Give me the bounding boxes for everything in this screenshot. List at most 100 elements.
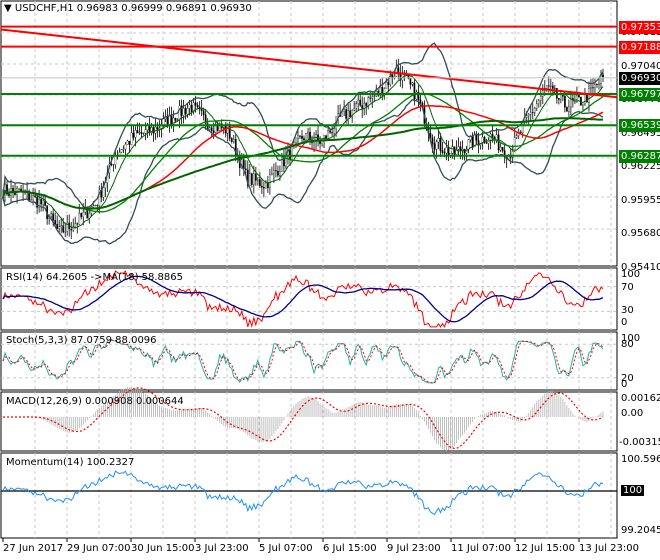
rsi-axis-70: 70 [621, 282, 634, 293]
candle-body [568, 106, 570, 112]
macd-axis-zero: 0.00 [621, 408, 644, 419]
candle-body [437, 138, 440, 143]
candle-body [152, 127, 155, 134]
candle-body [445, 147, 448, 154]
candle-body [208, 127, 211, 130]
candle-body [367, 97, 370, 107]
candle-body [586, 94, 588, 103]
price-tag: 0.96930 [619, 71, 660, 85]
candle-body [435, 141, 438, 150]
candle-body [256, 179, 259, 181]
dropdown-triangle-icon[interactable]: ▼ [4, 3, 12, 14]
candle-body [501, 146, 504, 151]
stoch-k-line [2, 339, 604, 384]
candle-body [549, 85, 552, 87]
time-axis-label: 3 Jul 23:00 [195, 543, 249, 554]
rsi-axis-100: 100 [621, 269, 641, 280]
candle-body [355, 103, 358, 109]
candle-body [491, 133, 494, 138]
time-axis-label: 29 Jun 07:00 [67, 543, 131, 554]
candle-body [305, 133, 307, 141]
candle-body [202, 110, 205, 115]
candle-body [136, 130, 139, 134]
candle-body [122, 148, 125, 150]
candle-body [566, 107, 568, 112]
time-axis-label: 30 Jun 15:00 [131, 543, 195, 554]
candle-body [144, 129, 147, 134]
candle-body [453, 146, 456, 155]
time-axis-label: 12 Jul 15:00 [515, 543, 575, 554]
time-axis-label: 27 Jun 2017 [3, 543, 64, 554]
candle-body [267, 182, 269, 189]
candle-body [592, 87, 594, 89]
candle-body [112, 164, 115, 166]
candle-body [558, 98, 560, 100]
candle-body [252, 173, 255, 185]
candle-body [289, 149, 291, 160]
candle-body [301, 135, 303, 139]
price-tag: 0.97353 [619, 20, 660, 34]
candle-body [158, 128, 161, 130]
candle-body [345, 109, 347, 119]
macd-axis-min: -0.003154 [619, 437, 660, 448]
candle-body [349, 110, 352, 118]
chart-window[interactable]: ▼ USDCHF,H1 0.96983 0.96999 0.96891 0.96… [0, 0, 660, 560]
candle-body [232, 139, 235, 142]
candle-body [12, 188, 14, 192]
candle-body [539, 96, 542, 101]
candle-body [142, 132, 145, 134]
panel-frame-0 [0, 0, 618, 267]
candle-body [18, 188, 20, 190]
candle-body [447, 147, 450, 156]
candle-body [475, 134, 478, 141]
candle-body [92, 205, 95, 208]
candle-body [265, 182, 267, 189]
price-tag: 0.96797 [619, 88, 660, 102]
candle-body [250, 173, 253, 185]
candle-body [277, 170, 279, 176]
candle-body [263, 187, 265, 189]
candle-body [186, 108, 189, 115]
candle-body [527, 114, 530, 117]
candle-body [397, 67, 400, 73]
candle-body [529, 112, 532, 115]
candle-body [590, 87, 592, 89]
momentum-axis-100: 100 [621, 485, 645, 496]
rsi-axis-0: 0 [621, 317, 628, 328]
candle-body [385, 82, 388, 89]
symbol-label: USDCHF,H1 [14, 3, 74, 14]
candle-body [598, 83, 600, 85]
candle-body [513, 137, 516, 152]
macd-label: MACD(12,26,9) 0.000908 0.000644 [6, 396, 184, 407]
candle-body [582, 103, 584, 106]
ma-slow [2, 117, 603, 210]
candle-body [132, 132, 135, 138]
rsi-axis-30: 30 [621, 305, 634, 316]
candle-body [578, 95, 580, 98]
candle-body [347, 110, 350, 119]
candle-body [533, 108, 536, 113]
candle-body [64, 231, 67, 233]
candle-body [54, 220, 57, 225]
candle-body [365, 103, 368, 107]
candle-body [248, 173, 251, 186]
candle-body [174, 117, 177, 121]
candle-body [576, 95, 578, 100]
candle-body [373, 95, 376, 97]
candle-body [363, 103, 366, 109]
candle-body [333, 128, 335, 134]
momentum-axis-max: 100.5966 [621, 454, 660, 465]
candle-body [94, 205, 97, 207]
candle-body [359, 99, 362, 106]
candle-body [275, 170, 277, 172]
candle-body [82, 212, 85, 217]
candle-body [329, 130, 331, 133]
candle-body [433, 143, 436, 150]
candle-body [32, 195, 34, 200]
candle-body [120, 149, 123, 153]
candle-body [299, 135, 301, 137]
candle-body [519, 131, 522, 134]
candle-body [463, 149, 466, 154]
candle-body [273, 170, 275, 174]
candle-body [156, 126, 159, 130]
